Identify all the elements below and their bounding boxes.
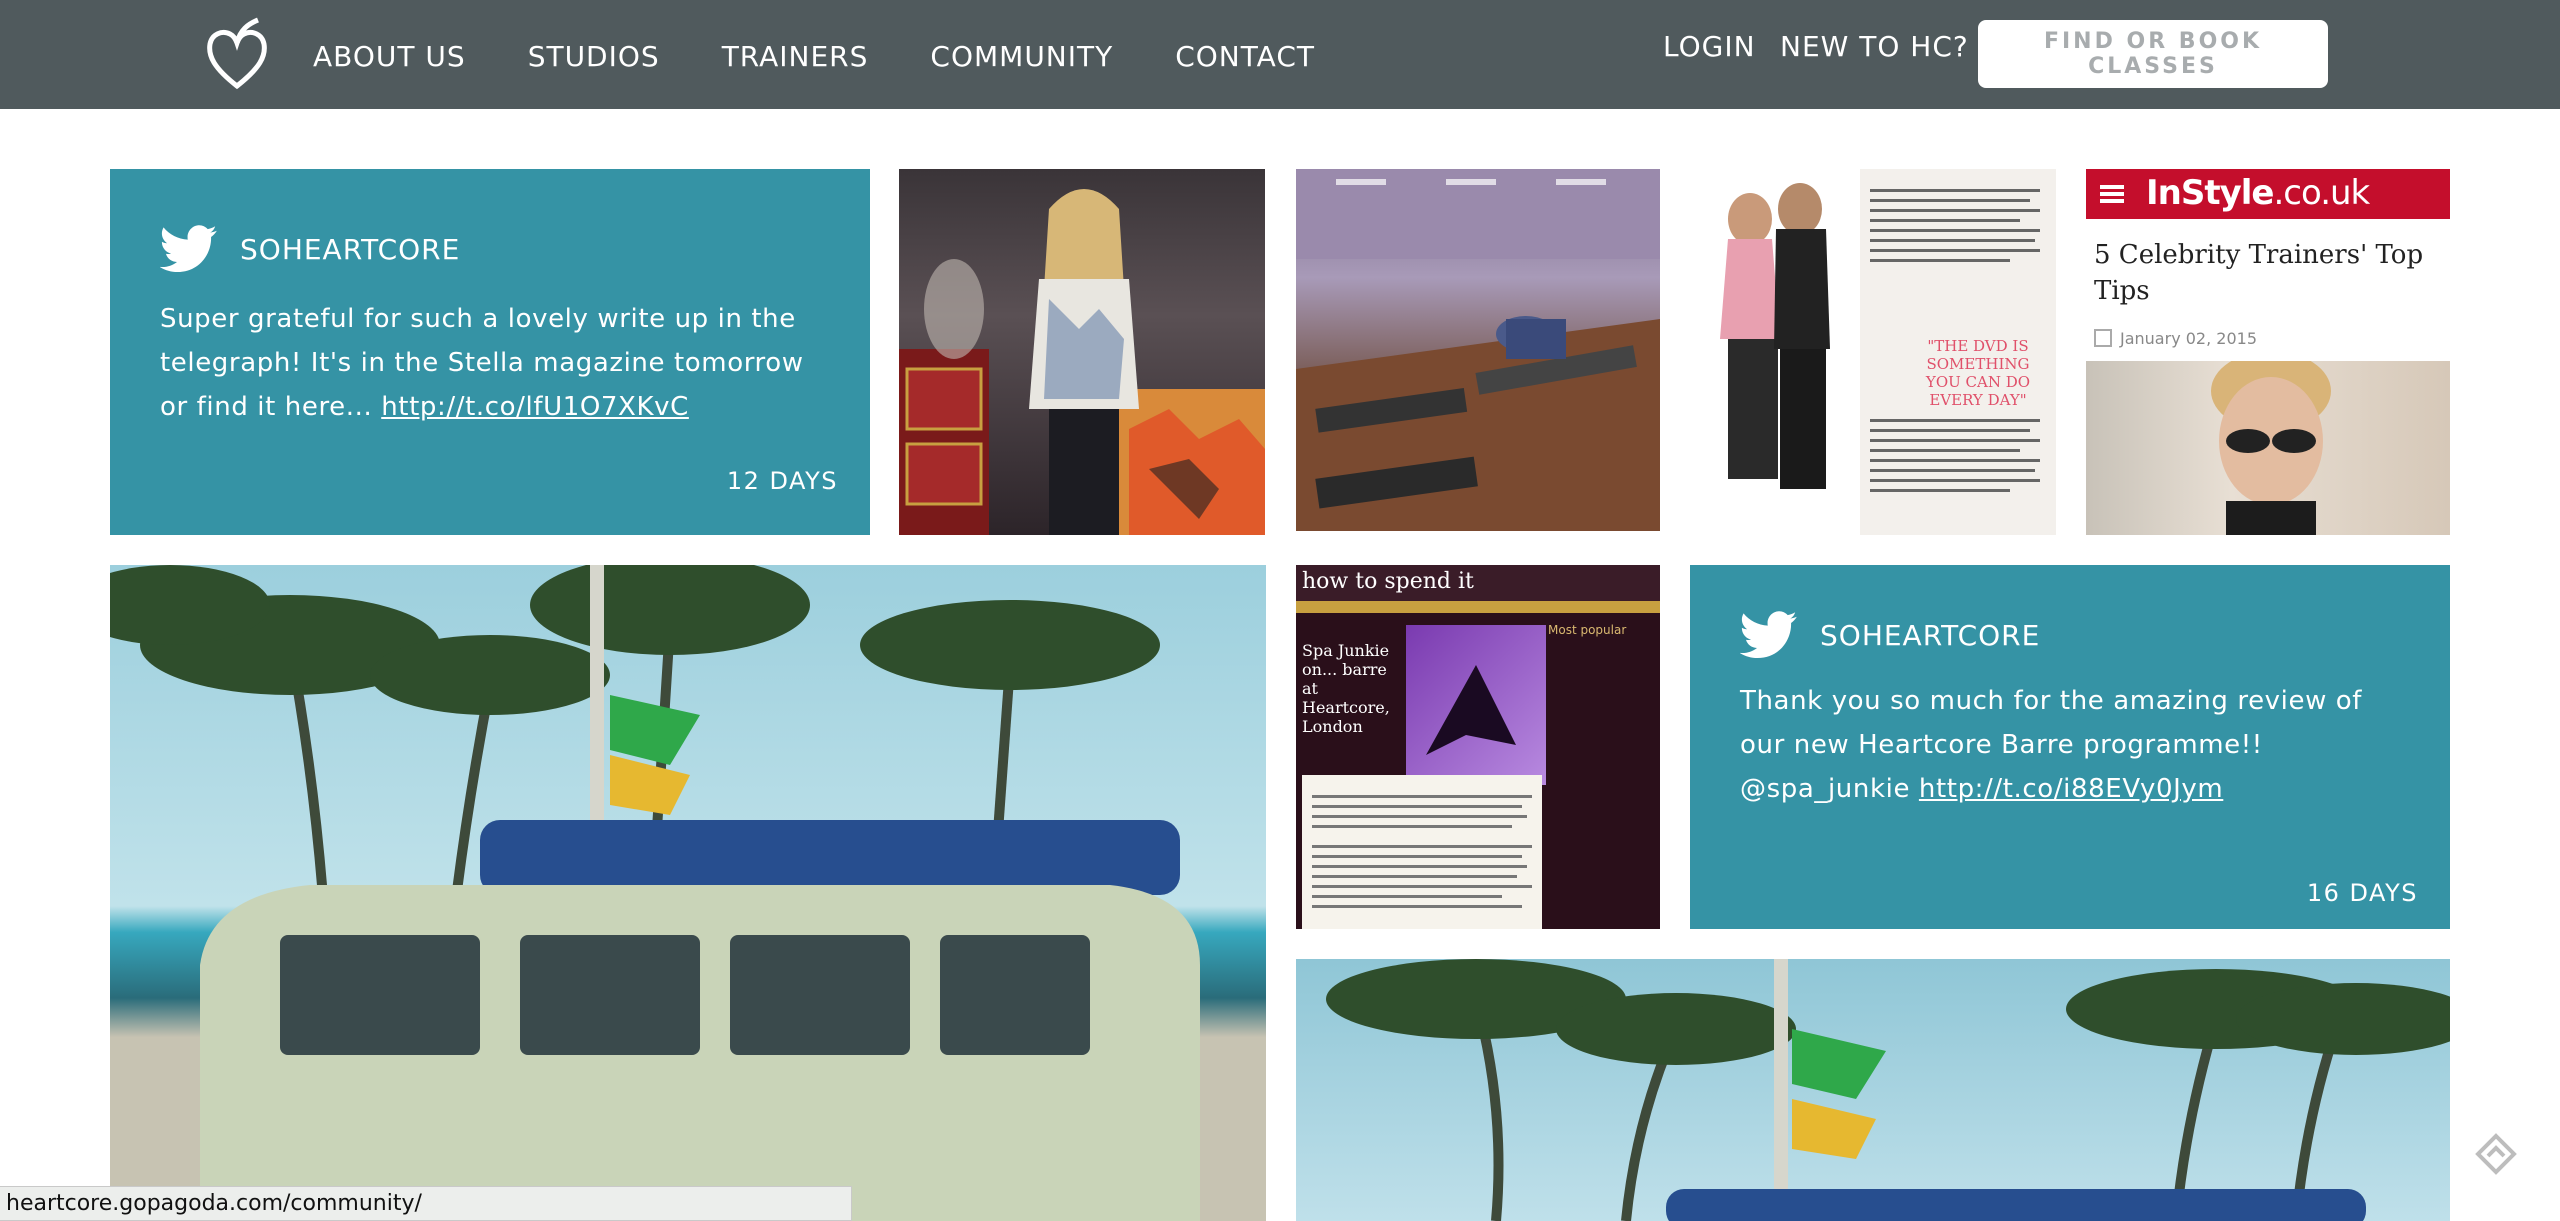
photo-woman-with-tiger-painting[interactable]: [899, 169, 1265, 535]
tweet-handle[interactable]: SOHEARTCORE: [240, 233, 460, 266]
spa-sidebar-title: Most popular: [1548, 623, 1627, 637]
nav-trainers[interactable]: TRAINERS: [722, 40, 869, 73]
vw-van-image: [110, 565, 1200, 1221]
tweet-link[interactable]: http://t.co/i88EVy0Jym: [1919, 774, 2223, 804]
top-navigation-bar: ABOUT US STUDIOS TRAINERS COMMUNITY CONT…: [0, 0, 2560, 109]
instyle-article-card[interactable]: InStyle.co.uk 5 Celebrity Trainers' Top …: [2086, 169, 2450, 535]
tweet-text: Thank you so much for the amazing review…: [1740, 686, 2363, 804]
photo-vw-van-beach-2[interactable]: [1296, 959, 2450, 1221]
magazine-pull-quote: "THE DVD IS SOMETHING YOU CAN DO EVERY D…: [1925, 337, 2031, 409]
spa-yoga-photo: [1406, 625, 1546, 785]
photo-woman-image: [899, 189, 1265, 535]
photo-reformer-studio[interactable]: [1296, 169, 1660, 531]
tweet-age: 12 DAYS: [726, 467, 838, 495]
tweet-card-1[interactable]: SOHEARTCORE Super grateful for such a lo…: [110, 169, 870, 535]
photo-studio-image: [1296, 169, 1660, 531]
browser-status-url: heartcore.gopagoda.com/community/: [0, 1186, 852, 1221]
tweet-card-2[interactable]: SOHEARTCORE Thank you so much for the am…: [1690, 565, 2450, 929]
photo-vw-van-beach[interactable]: [110, 565, 1266, 1221]
instyle-photo-woman-sunglasses: [2086, 351, 2450, 535]
twitter-bird-icon: [160, 225, 217, 273]
nav-community[interactable]: COMMUNITY: [930, 40, 1113, 73]
spa-headline: Spa Junkie on... barre at Heartcore, Lon…: [1302, 641, 1390, 736]
login-link[interactable]: LOGIN: [1663, 30, 1756, 63]
spa-header: how to spend it: [1302, 569, 1474, 594]
new-to-hc-link[interactable]: NEW TO HC?: [1780, 30, 1969, 63]
instyle-header-bar: InStyle.co.uk: [2086, 169, 2450, 219]
instyle-article-title[interactable]: 5 Celebrity Trainers' Top Tips: [2094, 237, 2444, 309]
nav-studios[interactable]: STUDIOS: [528, 40, 660, 73]
tweet-text: Super grateful for such a lovely write u…: [160, 304, 804, 422]
magazine-article-photo[interactable]: "THE DVD IS SOMETHING YOU CAN DO EVERY D…: [1690, 169, 2056, 535]
main-nav: ABOUT US STUDIOS TRAINERS COMMUNITY CONT…: [313, 34, 1377, 78]
feedly-icon[interactable]: [2474, 1132, 2518, 1176]
nav-contact[interactable]: CONTACT: [1175, 40, 1315, 73]
find-or-book-classes-button[interactable]: FIND OR BOOK CLASSES: [1978, 20, 2328, 88]
nav-about-us[interactable]: ABOUT US: [313, 40, 466, 73]
menu-icon: [2100, 185, 2124, 203]
calendar-icon: [2094, 329, 2112, 347]
vw-van-image-2: [1326, 959, 2450, 1221]
instyle-logo: InStyle.co.uk: [2146, 173, 2370, 213]
tweet-age: 16 DAYS: [2306, 879, 2418, 907]
tweet-link[interactable]: http://t.co/lfU1O7XKvC: [381, 392, 689, 422]
heartcore-logo-icon[interactable]: [204, 16, 270, 94]
instyle-article-date: January 02, 2015: [2120, 329, 2257, 348]
how-to-spend-it-article[interactable]: how to spend it Spa Junkie on... barre a…: [1296, 565, 1660, 929]
tweet-handle[interactable]: SOHEARTCORE: [1820, 619, 2040, 652]
twitter-bird-icon: [1740, 611, 1797, 659]
